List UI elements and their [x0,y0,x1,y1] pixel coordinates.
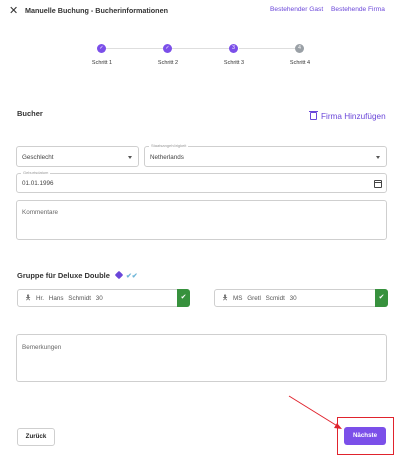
highlight-box [337,417,394,455]
step-1-check-icon: ✓ [97,44,106,53]
check-icon[interactable]: ✔ [177,289,190,307]
gender-value: Geschlecht [22,154,54,161]
existing-company-link[interactable]: Bestehende Firma [331,6,385,13]
chevron-down-icon [376,156,380,159]
nationality-label: Staatsangehörigkeit [149,143,189,148]
step-4-label: Schritt 4 [289,60,311,66]
top-bar: ✕ Manuelle Buchung - Bucherinformationen… [0,0,396,24]
step-3-indicator: 3 [229,44,238,53]
step-4-indicator: 4 [295,44,304,53]
trash-icon [309,111,318,120]
remarks-textarea[interactable]: Bemerkungen [16,334,387,382]
step-2-label: Schritt 2 [157,60,179,66]
birthdate-value: 01.01.1996 [22,180,54,187]
nationality-value: Netherlands [150,154,184,161]
birthdate-label: Geburtsdatum [21,170,51,175]
step-3-label: Schritt 3 [223,60,245,66]
guest-name: Hr. Hans Schmidt 30 [36,295,103,302]
double-check-icon: ✔✔ [125,273,138,280]
tag-icon [114,270,124,280]
person-icon: 🯅 [222,295,229,302]
birthdate-field[interactable]: Geburtsdatum 01.01.1996 [16,170,387,193]
comment-placeholder: Kommentare [22,209,59,216]
existing-guest-link[interactable]: Bestehender Gast [270,6,323,13]
check-icon[interactable]: ✔ [375,289,388,307]
guest-name: MS Gretl Scmidt 30 [233,295,297,302]
group-title-text: Gruppe für Deluxe Double [17,271,110,280]
person-icon: 🯅 [25,295,32,302]
booker-section-title: Bucher [17,109,43,118]
page-title: Manuelle Buchung - Bucherinformationen [25,6,168,15]
gender-select[interactable]: Geschlecht [16,146,139,167]
chevron-down-icon [128,156,132,159]
remarks-placeholder: Bemerkungen [22,344,62,351]
comment-textarea[interactable]: Kommentare [16,200,387,240]
nationality-select[interactable]: Staatsangehörigkeit Netherlands [144,143,387,167]
back-button[interactable]: Zurück [17,428,55,446]
add-company-button[interactable]: Firma Hinzufügen [309,111,386,121]
group-section-title: Gruppe für Deluxe Double ✔✔ [17,270,138,280]
step-2-check-icon: ✓ [163,44,172,53]
calendar-icon[interactable] [374,180,382,188]
guest-row[interactable]: 🯅 Hr. Hans Schmidt 30 ✔ [17,289,190,307]
step-connector [239,48,296,49]
guest-row[interactable]: 🯅 MS Gretl Scmidt 30 ✔ [214,289,388,307]
step-connector [105,48,163,49]
add-company-label: Firma Hinzufügen [321,112,386,121]
step-1-label: Schritt 1 [91,60,113,66]
stepper: ✓ ✓ 3 4 Schritt 1 Schritt 2 Schritt 3 Sc… [0,40,396,70]
step-connector [172,48,230,49]
close-icon[interactable]: ✕ [9,4,18,17]
